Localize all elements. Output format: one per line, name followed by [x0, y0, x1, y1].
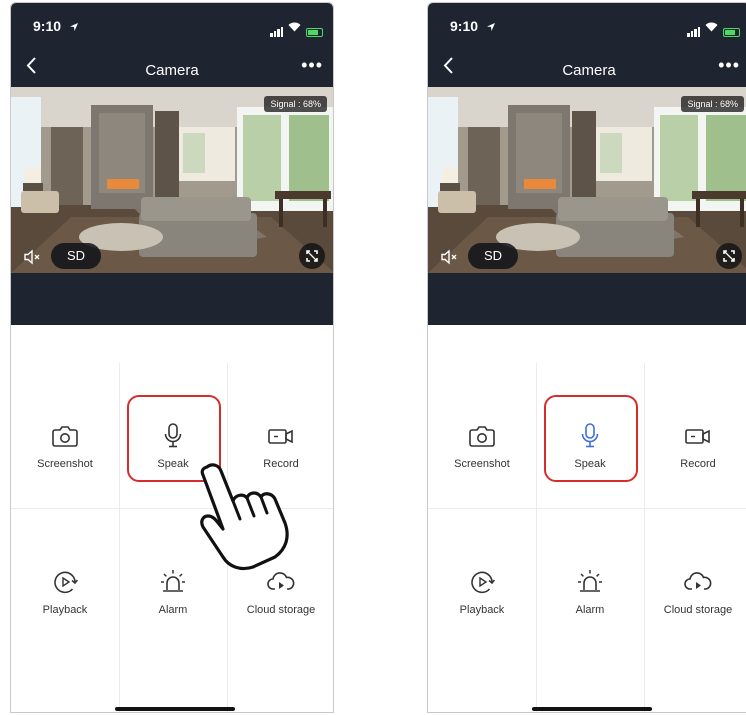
screenshot-button[interactable]: Screenshot [11, 421, 119, 470]
screenshot-button[interactable]: Screenshot [428, 421, 536, 470]
camera-icon [465, 421, 499, 451]
signal-badge: Signal : 68% [264, 96, 327, 112]
cloud-storage-button[interactable]: Cloud storage [227, 567, 333, 616]
page-title: Camera [145, 62, 199, 79]
status-bar: 9:10 [11, 3, 333, 45]
alarm-label: Alarm [158, 604, 188, 616]
screenshot-label: Screenshot [454, 458, 510, 470]
alarm-button[interactable]: Alarm [536, 567, 644, 616]
battery-icon [723, 28, 740, 37]
signal-badge: Signal : 68% [681, 96, 744, 112]
more-options-icon[interactable]: ••• [301, 55, 323, 76]
speaker-muted-icon[interactable] [22, 247, 42, 267]
playback-button[interactable]: Playback [11, 567, 119, 616]
siren-icon [156, 567, 190, 597]
cloud-storage-label: Cloud storage [663, 604, 733, 616]
camera-header: 9:10 Camera ••• Signal : 68% SD [428, 3, 746, 325]
speaker-muted-icon[interactable] [439, 247, 459, 267]
nav-bar: Camera ••• [11, 47, 333, 87]
speak-label: Speak [574, 458, 606, 470]
fullscreen-icon[interactable] [299, 243, 325, 269]
playback-label: Playback [42, 604, 88, 616]
camera-header: 9:10 Camera ••• Signal : 68% SD [11, 3, 333, 325]
wifi-icon [288, 19, 301, 37]
video-camera-icon [681, 421, 715, 451]
status-time: 9:10 [450, 18, 479, 34]
playback-icon [465, 567, 499, 597]
microphone-icon [156, 421, 190, 451]
more-options-icon[interactable]: ••• [718, 55, 740, 76]
live-video-feed[interactable]: Signal : 68% SD [428, 87, 746, 273]
phone-screen-left: 9:10 Camera ••• Signal : 68% SD Screensh… [10, 2, 334, 713]
page-title: Camera [562, 62, 616, 79]
playback-label: Playback [459, 604, 505, 616]
cloud-icon [681, 567, 715, 597]
cellular-signal-icon [270, 27, 283, 37]
cellular-signal-icon [687, 27, 700, 37]
speak-label: Speak [157, 458, 189, 470]
camera-icon [48, 421, 82, 451]
tapping-hand-icon [200, 463, 289, 571]
battery-icon [306, 28, 323, 37]
nav-bar: Camera ••• [428, 47, 746, 87]
wifi-icon [705, 19, 718, 37]
status-bar: 9:10 [428, 3, 746, 45]
video-camera-icon [264, 421, 298, 451]
record-button[interactable]: Record [644, 421, 746, 470]
fullscreen-icon[interactable] [716, 243, 742, 269]
home-indicator [115, 707, 235, 711]
playback-button[interactable]: Playback [428, 567, 536, 616]
live-video-feed[interactable]: Signal : 68% SD [11, 87, 333, 273]
quality-sd-button[interactable]: SD [51, 243, 101, 269]
location-arrow-icon [69, 19, 79, 37]
quality-sd-button[interactable]: SD [468, 243, 518, 269]
speak-button-active[interactable]: Speak [536, 421, 644, 470]
cloud-storage-label: Cloud storage [246, 604, 316, 616]
playback-icon [48, 567, 82, 597]
cloud-storage-button[interactable]: Cloud storage [644, 567, 746, 616]
phone-screen-right: 9:10 Camera ••• Signal : 68% SD Screensh… [427, 2, 746, 713]
home-indicator [532, 707, 652, 711]
screenshot-label: Screenshot [37, 458, 93, 470]
siren-icon [573, 567, 607, 597]
feature-grid: Screenshot Speak Record Playback Alarm C… [428, 325, 746, 712]
alarm-label: Alarm [575, 604, 605, 616]
microphone-icon [573, 421, 607, 451]
alarm-button[interactable]: Alarm [119, 567, 227, 616]
cloud-icon [264, 567, 298, 597]
location-arrow-icon [486, 19, 496, 37]
status-time: 9:10 [33, 18, 62, 34]
record-label: Record [680, 458, 716, 470]
